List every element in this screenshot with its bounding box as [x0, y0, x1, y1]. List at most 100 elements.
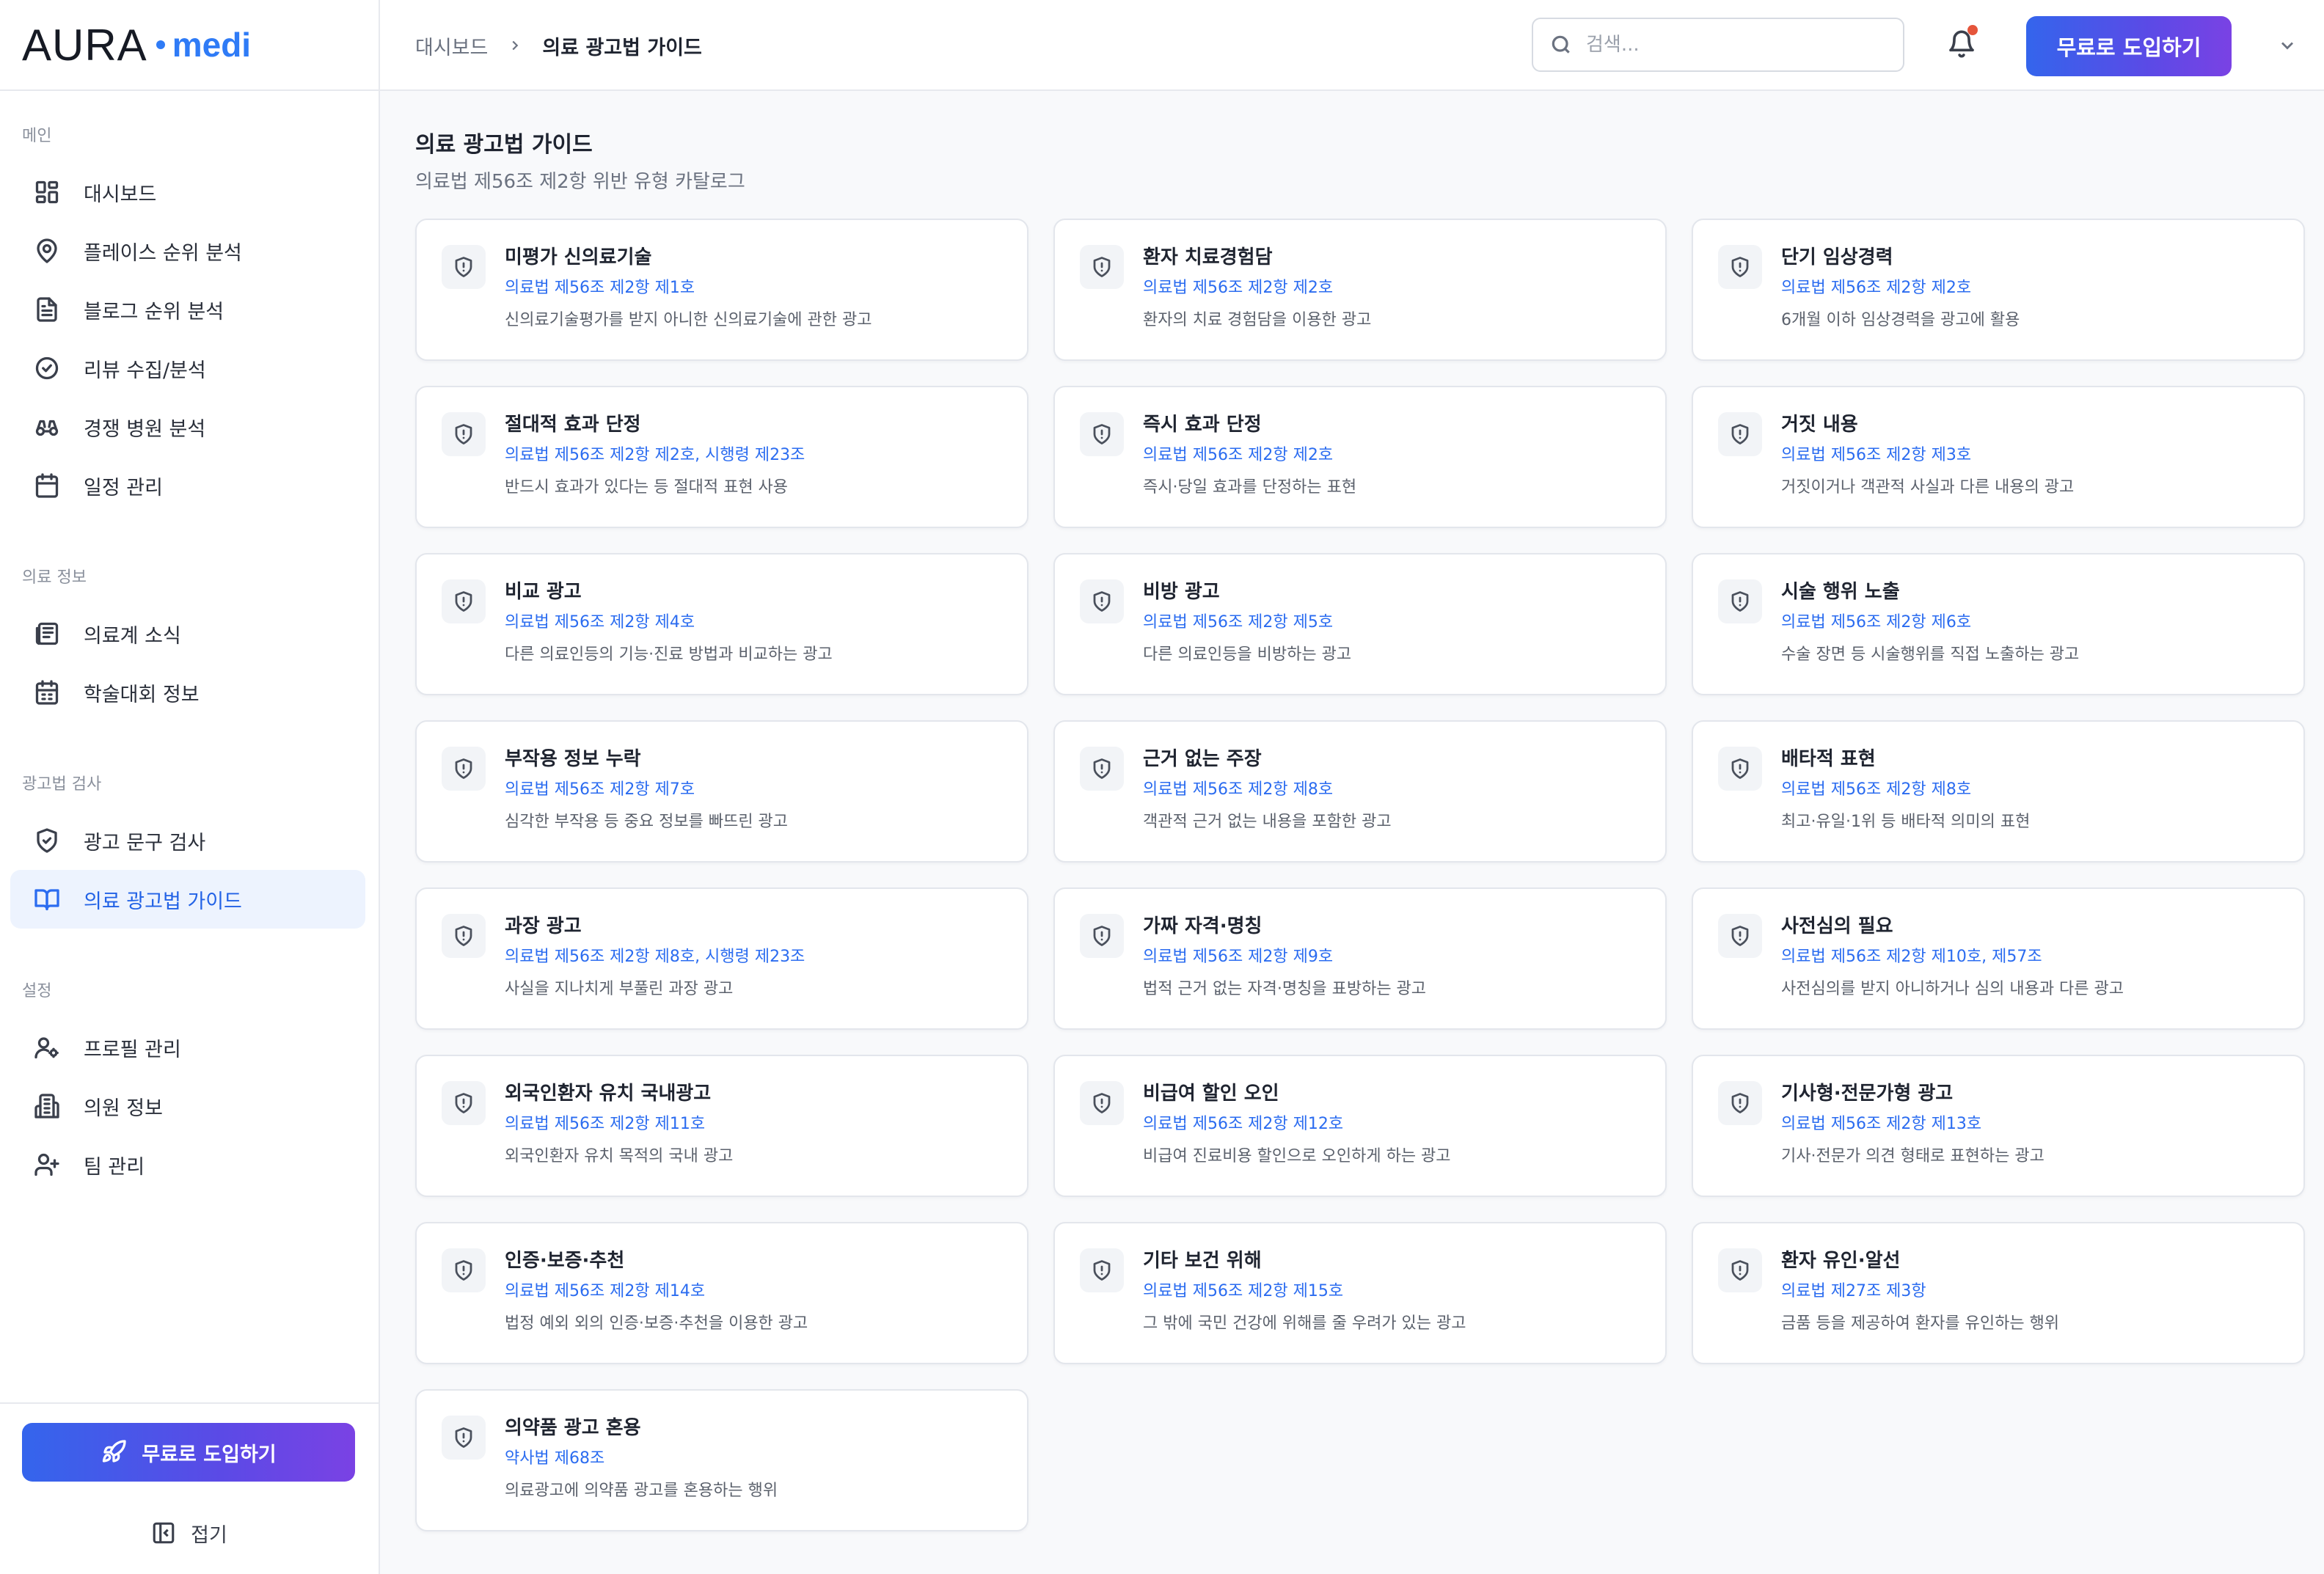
sidebar-item-label: 프로필 관리 [84, 1038, 181, 1061]
logo-aura-text: AURA [22, 20, 147, 70]
header-cta-button[interactable]: 무료로 도입하기 [2026, 16, 2232, 76]
nav-section-title: 메인 [22, 127, 52, 145]
sidebar-item[interactable]: 학술대회 정보 [10, 663, 365, 722]
guide-card[interactable]: 거짓 내용 의료법 제56조 제2항 제3호 거짓이거나 객관적 사실과 다른 내용… [1692, 386, 2305, 528]
guide-card[interactable]: 시술 행위 노출 의료법 제56조 제2항 제6호 수술 장면 등 시술행위를 직접… [1692, 553, 2305, 695]
sidebar-item[interactable]: 광고 문구 검사 [10, 811, 365, 870]
guide-card[interactable]: 근거 없는 주장 의료법 제56조 제2항 제8호 객관적 근거 없는 내용을 포함… [1053, 720, 1667, 863]
guide-card-law: 의료법 제56조 제2항 제5호 [1143, 613, 1334, 632]
shield-alert-icon [442, 1081, 486, 1125]
guide-card[interactable]: 부작용 정보 누락 의료법 제56조 제2항 제7호 심각한 부작용 등 중요 정보… [415, 720, 1028, 863]
sidebar-item-label: 의원 정보 [84, 1097, 163, 1120]
shield-check-icon [32, 826, 62, 855]
guide-card-description: 비급여 진료비용 할인으로 오인하게 하는 광고 [1143, 1147, 1451, 1165]
sidebar-item[interactable]: 리뷰 수집/분석 [10, 339, 365, 398]
sidebar-item-label: 의료계 소식 [84, 624, 181, 648]
guide-card-description: 수술 장면 등 시술행위를 직접 노출하는 광고 [1781, 645, 2080, 664]
guide-card-title: 단기 임상경력 [1781, 246, 1893, 268]
guide-card[interactable]: 외국인환자 유치 국내광고 의료법 제56조 제2항 제11호 외국인환자 유치 목… [415, 1055, 1028, 1197]
guide-card[interactable]: 의약품 광고 혼용 약사법 제68조 의료광고에 의약품 광고를 혼용하는 행위 [415, 1389, 1028, 1531]
shield-alert-icon [1718, 747, 1762, 791]
collapse-label: 접기 [191, 1523, 227, 1547]
shield-alert-icon [442, 245, 486, 289]
app: AURA medi 메인 대시보드 플레이스 순위 분석 블로그 순위 분석 리뷰 수집… [0, 0, 2324, 1574]
logo-medi-text: medi [172, 26, 252, 64]
sidebar-item-label: 대시보드 [84, 183, 157, 206]
sidebar-item[interactable]: 의료계 소식 [10, 604, 365, 663]
guide-card-title: 과장 광고 [505, 915, 582, 937]
shield-alert-icon [1718, 579, 1762, 623]
guide-card[interactable]: 즉시 효과 단정 의료법 제56조 제2항 제2호 즉시·당일 효과를 단정하는 표… [1053, 386, 1667, 528]
guide-card-title: 사전심의 필요 [1781, 915, 1893, 937]
shield-alert-icon [1718, 1081, 1762, 1125]
guide-card-title: 비교 광고 [505, 581, 582, 603]
breadcrumb-home-link[interactable]: 대시보드 [415, 32, 488, 60]
sidebar-item[interactable]: 경쟁 병원 분석 [10, 398, 365, 456]
guide-card-description: 사전심의를 받지 아니하거나 심의 내용과 다른 광고 [1781, 980, 2124, 998]
guide-card[interactable]: 과장 광고 의료법 제56조 제2항 제8호, 시행령 제23조 사실을 지나치게 … [415, 887, 1028, 1030]
sidebar-item[interactable]: 팀 관리 [10, 1135, 365, 1194]
shield-alert-icon [442, 747, 486, 791]
collapse-sidebar-button[interactable]: 접기 [0, 1512, 379, 1553]
sidebar-item[interactable]: 플레이스 순위 분석 [10, 222, 365, 280]
guide-card-law: 의료법 제56조 제2항 제8호 [1143, 780, 1334, 799]
guide-card[interactable]: 비방 광고 의료법 제56조 제2항 제5호 다른 의료인등을 비방하는 광고 [1053, 553, 1667, 695]
sidebar-item[interactable]: 프로필 관리 [10, 1018, 365, 1077]
guide-card[interactable]: 단기 임상경력 의료법 제56조 제2항 제2호 6개월 이하 임상경력을 광고에 … [1692, 219, 2305, 361]
nav-section-title: 설정 [22, 982, 52, 1000]
sidebar-item[interactable]: 의료 광고법 가이드 [10, 870, 365, 929]
shield-alert-icon [1080, 245, 1124, 289]
guide-card-law: 의료법 제56조 제2항 제6호 [1781, 613, 1972, 632]
calendar-icon [32, 471, 62, 500]
guide-card[interactable]: 배타적 표현 의료법 제56조 제2항 제8호 최고·유일·1위 등 배타적 의미의… [1692, 720, 2305, 863]
sidebar-item-label: 광고 문구 검사 [84, 831, 206, 854]
guide-card[interactable]: 사전심의 필요의료법 제56조 제2항 제10호, 제57조사전심의를 받지 아… [1692, 887, 2305, 1030]
guide-card[interactable]: 절대적 효과 단정 의료법 제56조 제2항 제2호, 시행령 제23조 반드시 효… [415, 386, 1028, 528]
account-menu-toggle[interactable] [2274, 32, 2301, 59]
notification-button[interactable] [1940, 22, 1984, 66]
guide-card[interactable]: 기타 보건 위해 의료법 제56조 제2항 제15호 그 밖에 국민 건강에 위해를… [1053, 1222, 1667, 1364]
guide-card[interactable]: 비교 광고 의료법 제56조 제2항 제4호 다른 의료인등의 기능·진료 방법과 … [415, 553, 1028, 695]
logo[interactable]: AURA medi [0, 0, 379, 91]
sidebar-item[interactable]: 대시보드 [10, 163, 365, 222]
guide-card[interactable]: 인증·보증·추천 의료법 제56조 제2항 제14호 법정 예외 외의 인증·보증·… [415, 1222, 1028, 1364]
sidebar-cta-button[interactable]: 무료로 도입하기 [22, 1423, 355, 1482]
guide-card-title: 인증·보증·추천 [505, 1250, 625, 1272]
guide-card[interactable]: 환자 유인·알선 의료법 제27조 제3항 금품 등을 제공하여 환자를 유인하는 … [1692, 1222, 2305, 1364]
shield-alert-icon [1080, 1248, 1124, 1292]
page-title: 의료 광고법 가이드 [415, 132, 593, 158]
guide-card[interactable]: 환자 치료경험담 의료법 제56조 제2항 제2호 환자의 치료 경험담을 이용한 … [1053, 219, 1667, 361]
sidebar-item-label: 블로그 순위 분석 [84, 300, 224, 323]
sidebar-item[interactable]: 블로그 순위 분석 [10, 280, 365, 339]
guide-card-title: 배타적 표현 [1781, 748, 1876, 770]
guide-card[interactable]: 미평가 신의료기술 의료법 제56조 제2항 제1호 신의료기술평가를 받지 아니한… [415, 219, 1028, 361]
guide-card-description: 외국인환자 유치 목적의 국내 광고 [505, 1147, 734, 1165]
search-input[interactable] [1586, 34, 1879, 56]
guide-card-title: 비급여 할인 오인 [1143, 1083, 1279, 1105]
guide-card[interactable]: 비급여 할인 오인 의료법 제56조 제2항 제12호 비급여 진료비용 할인으로 … [1053, 1055, 1667, 1197]
user-settings-icon [32, 1033, 62, 1062]
sidebar-item[interactable]: 일정 관리 [10, 456, 365, 515]
nav-section-title: 광고법 검사 [22, 775, 102, 794]
shield-alert-icon [1718, 1248, 1762, 1292]
guide-card-law: 의료법 제56조 제2항 제10호, 제57조 [1781, 948, 2042, 966]
guide-card-law: 의료법 제27조 제3항 [1781, 1282, 1926, 1300]
guide-card[interactable]: 가짜 자격·명칭 의료법 제56조 제2항 제9호 법적 근거 없는 자격·명칭을 … [1053, 887, 1667, 1030]
nav-section-title: 의료 정보 [22, 568, 87, 587]
guide-card[interactable]: 기사형·전문가형 광고 의료법 제56조 제2항 제13호 기사·전문가 의견 형태… [1692, 1055, 2305, 1197]
shield-alert-icon [442, 579, 486, 623]
dashboard-icon [32, 177, 62, 207]
guide-card-law: 의료법 제56조 제2항 제8호, 시행령 제23조 [505, 948, 805, 966]
rocket-icon [103, 1440, 127, 1463]
sidebar-item[interactable]: 의원 정보 [10, 1077, 365, 1135]
guide-card-description: 거짓이거나 객관적 사실과 다른 내용의 광고 [1781, 478, 2075, 497]
guide-card-description: 그 밖에 국민 건강에 위해를 줄 우려가 있는 광고 [1143, 1314, 1466, 1333]
nav-section: 광고법 검사광고 문구 검사의료 광고법 가이드 [0, 769, 379, 929]
sidebar-item-label: 플레이스 순위 분석 [84, 241, 242, 265]
page-subtitle: 의료법 제56조 제2항 위반 유형 카탈로그 [415, 171, 745, 193]
chevron-down-icon [2281, 42, 2293, 50]
search-box[interactable] [1532, 18, 1904, 72]
guide-card-title: 절대적 효과 단정 [505, 414, 641, 436]
guide-card-description: 신의료기술평가를 받지 아니한 신의료기술에 관한 광고 [505, 311, 872, 329]
chevron-right-icon [512, 40, 519, 51]
